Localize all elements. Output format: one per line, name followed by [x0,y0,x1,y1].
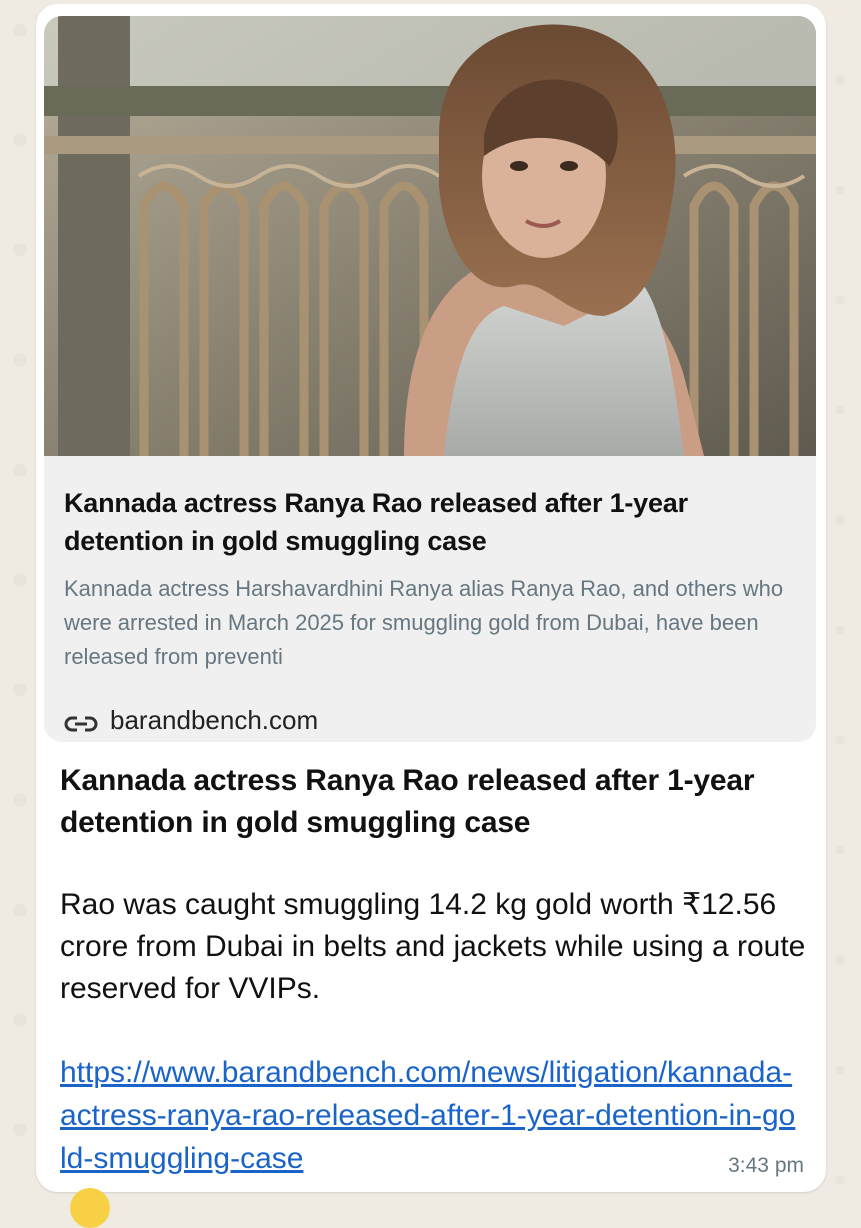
message-link[interactable]: https://www.barandbench.com/news/litigat… [60,1051,800,1180]
link-preview-card[interactable]: Kannada actress Ranya Rao released after… [44,16,816,742]
message-body: Rao was caught smuggling 14.2 kg gold wo… [60,888,806,1005]
preview-domain-text: barandbench.com [110,704,319,735]
preview-description: Kannada actress Harshavardhini Ranya ali… [64,576,784,669]
preview-domain[interactable]: barandbench.com [64,700,318,740]
link-icon [64,710,98,732]
message-timestamp: 3:43 pm [728,1154,804,1177]
reaction-emoji-icon[interactable] [70,1188,110,1228]
preview-thumbnail[interactable] [44,16,816,456]
message-title: Kannada actress Ranya Rao released after… [60,764,755,839]
message-bubble[interactable]: Kannada actress Ranya Rao released after… [36,4,826,1192]
preview-title[interactable]: Kannada actress Ranya Rao released after… [64,484,804,560]
